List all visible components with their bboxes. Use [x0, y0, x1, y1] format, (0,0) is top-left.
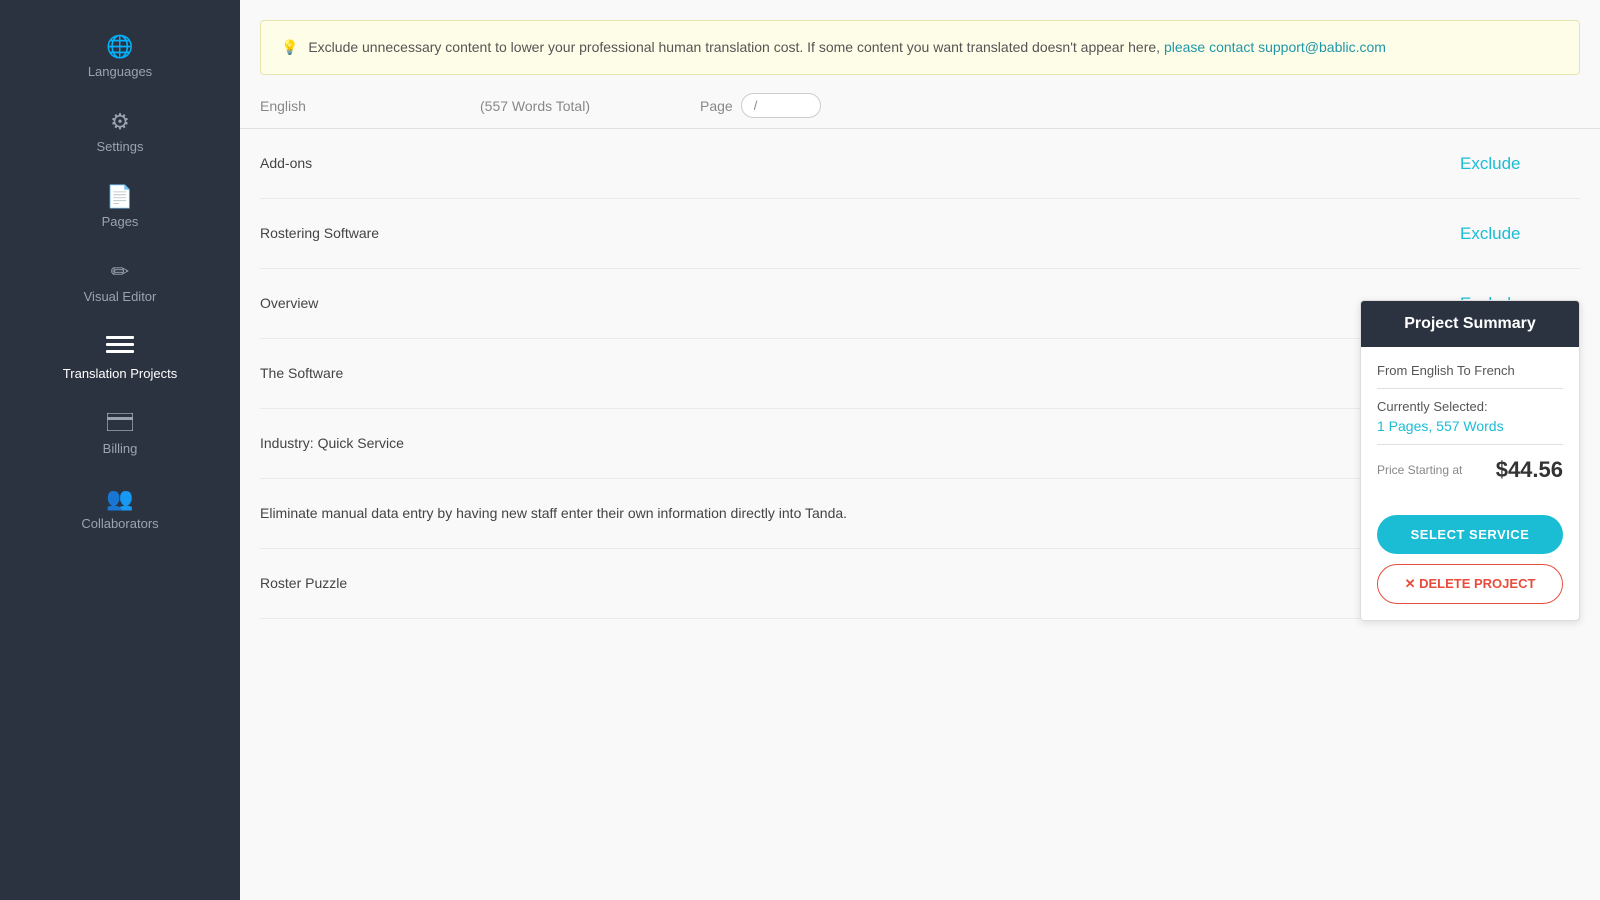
translation-projects-icon	[106, 336, 134, 360]
from-to-row: From English To French	[1377, 363, 1563, 378]
notice-banner: 💡 Exclude unnecessary content to lower y…	[260, 20, 1580, 75]
collaborators-icon: 👥	[106, 488, 133, 510]
page-label: Page	[700, 98, 733, 114]
notice-icon: 💡	[281, 39, 298, 55]
project-summary-panel: Project Summary From English To French C…	[1360, 300, 1580, 621]
exclude-button[interactable]: Exclude	[1460, 224, 1520, 244]
settings-icon: ⚙	[110, 111, 130, 133]
panel-title: Project Summary	[1404, 315, 1536, 332]
notice-text: Exclude unnecessary content to lower you…	[308, 39, 1160, 55]
delete-project-button[interactable]: ✕ DELETE PROJECT	[1377, 564, 1563, 604]
words-header: (557 Words Total)	[480, 98, 680, 114]
currently-selected-label: Currently Selected:	[1377, 399, 1563, 414]
row-label: The Software	[260, 363, 1460, 384]
price-row: Price Starting at $44.56	[1377, 457, 1563, 483]
sidebar-item-label: Pages	[102, 214, 139, 229]
price-label: Price Starting at	[1377, 463, 1462, 477]
currently-selected-value: 1 Pages, 557 Words	[1377, 418, 1563, 434]
sidebar-item-label: Billing	[103, 441, 138, 456]
from-to-text: From English To French	[1377, 363, 1515, 378]
panel-actions: SELECT SERVICE ✕ DELETE PROJECT	[1361, 515, 1579, 620]
sidebar-item-billing[interactable]: Billing	[0, 397, 240, 472]
visual-editor-icon: ✏	[111, 261, 129, 283]
panel-body: From English To French Currently Selecte…	[1361, 347, 1579, 499]
panel-header: Project Summary	[1361, 301, 1579, 347]
price-value: $44.56	[1496, 457, 1563, 483]
pages-icon: 📄	[106, 186, 133, 208]
page-input[interactable]	[741, 93, 821, 118]
row-label: Roster Puzzle	[260, 573, 1460, 594]
sidebar-item-visual-editor[interactable]: ✏ Visual Editor	[0, 245, 240, 320]
sidebar-item-collaborators[interactable]: 👥 Collaborators	[0, 472, 240, 547]
currently-selected-row: Currently Selected: 1 Pages, 557 Words	[1377, 399, 1563, 434]
sidebar-item-label: Settings	[97, 139, 144, 154]
sidebar-item-label: Translation Projects	[63, 366, 177, 381]
row-label: Eliminate manual data entry by having ne…	[260, 503, 1460, 524]
sidebar-item-languages[interactable]: 🌐 Languages	[0, 20, 240, 95]
panel-divider-2	[1377, 444, 1563, 445]
sidebar-item-label: Languages	[88, 64, 152, 79]
sidebar-item-pages[interactable]: 📄 Pages	[0, 170, 240, 245]
row-label: Rostering Software	[260, 223, 1460, 244]
exclude-action: Exclude	[1460, 154, 1580, 174]
sidebar: 🌐 Languages ⚙ Settings 📄 Pages ✏ Visual …	[0, 0, 240, 900]
sidebar-item-settings[interactable]: ⚙ Settings	[0, 95, 240, 170]
table-row: Add-ons Exclude	[260, 129, 1580, 199]
row-label: Industry: Quick Service	[260, 433, 1460, 454]
languages-icon: 🌐	[106, 36, 133, 58]
select-service-button[interactable]: SELECT SERVICE	[1377, 515, 1563, 554]
table-row: Rostering Software Exclude	[260, 199, 1580, 269]
exclude-action: Exclude	[1460, 224, 1580, 244]
exclude-button[interactable]: Exclude	[1460, 154, 1520, 174]
sidebar-item-label: Collaborators	[81, 516, 158, 531]
page-header: Page	[700, 93, 1580, 118]
table-header: English (557 Words Total) Page	[240, 75, 1600, 129]
sidebar-item-translation-projects[interactable]: Translation Projects	[0, 320, 240, 397]
billing-icon	[107, 413, 133, 435]
row-label: Add-ons	[260, 153, 1460, 174]
row-label: Overview	[260, 293, 1460, 314]
language-header: English	[260, 98, 460, 114]
panel-divider	[1377, 388, 1563, 389]
notice-link[interactable]: please contact support@bablic.com	[1164, 39, 1386, 55]
sidebar-item-label: Visual Editor	[84, 289, 157, 304]
